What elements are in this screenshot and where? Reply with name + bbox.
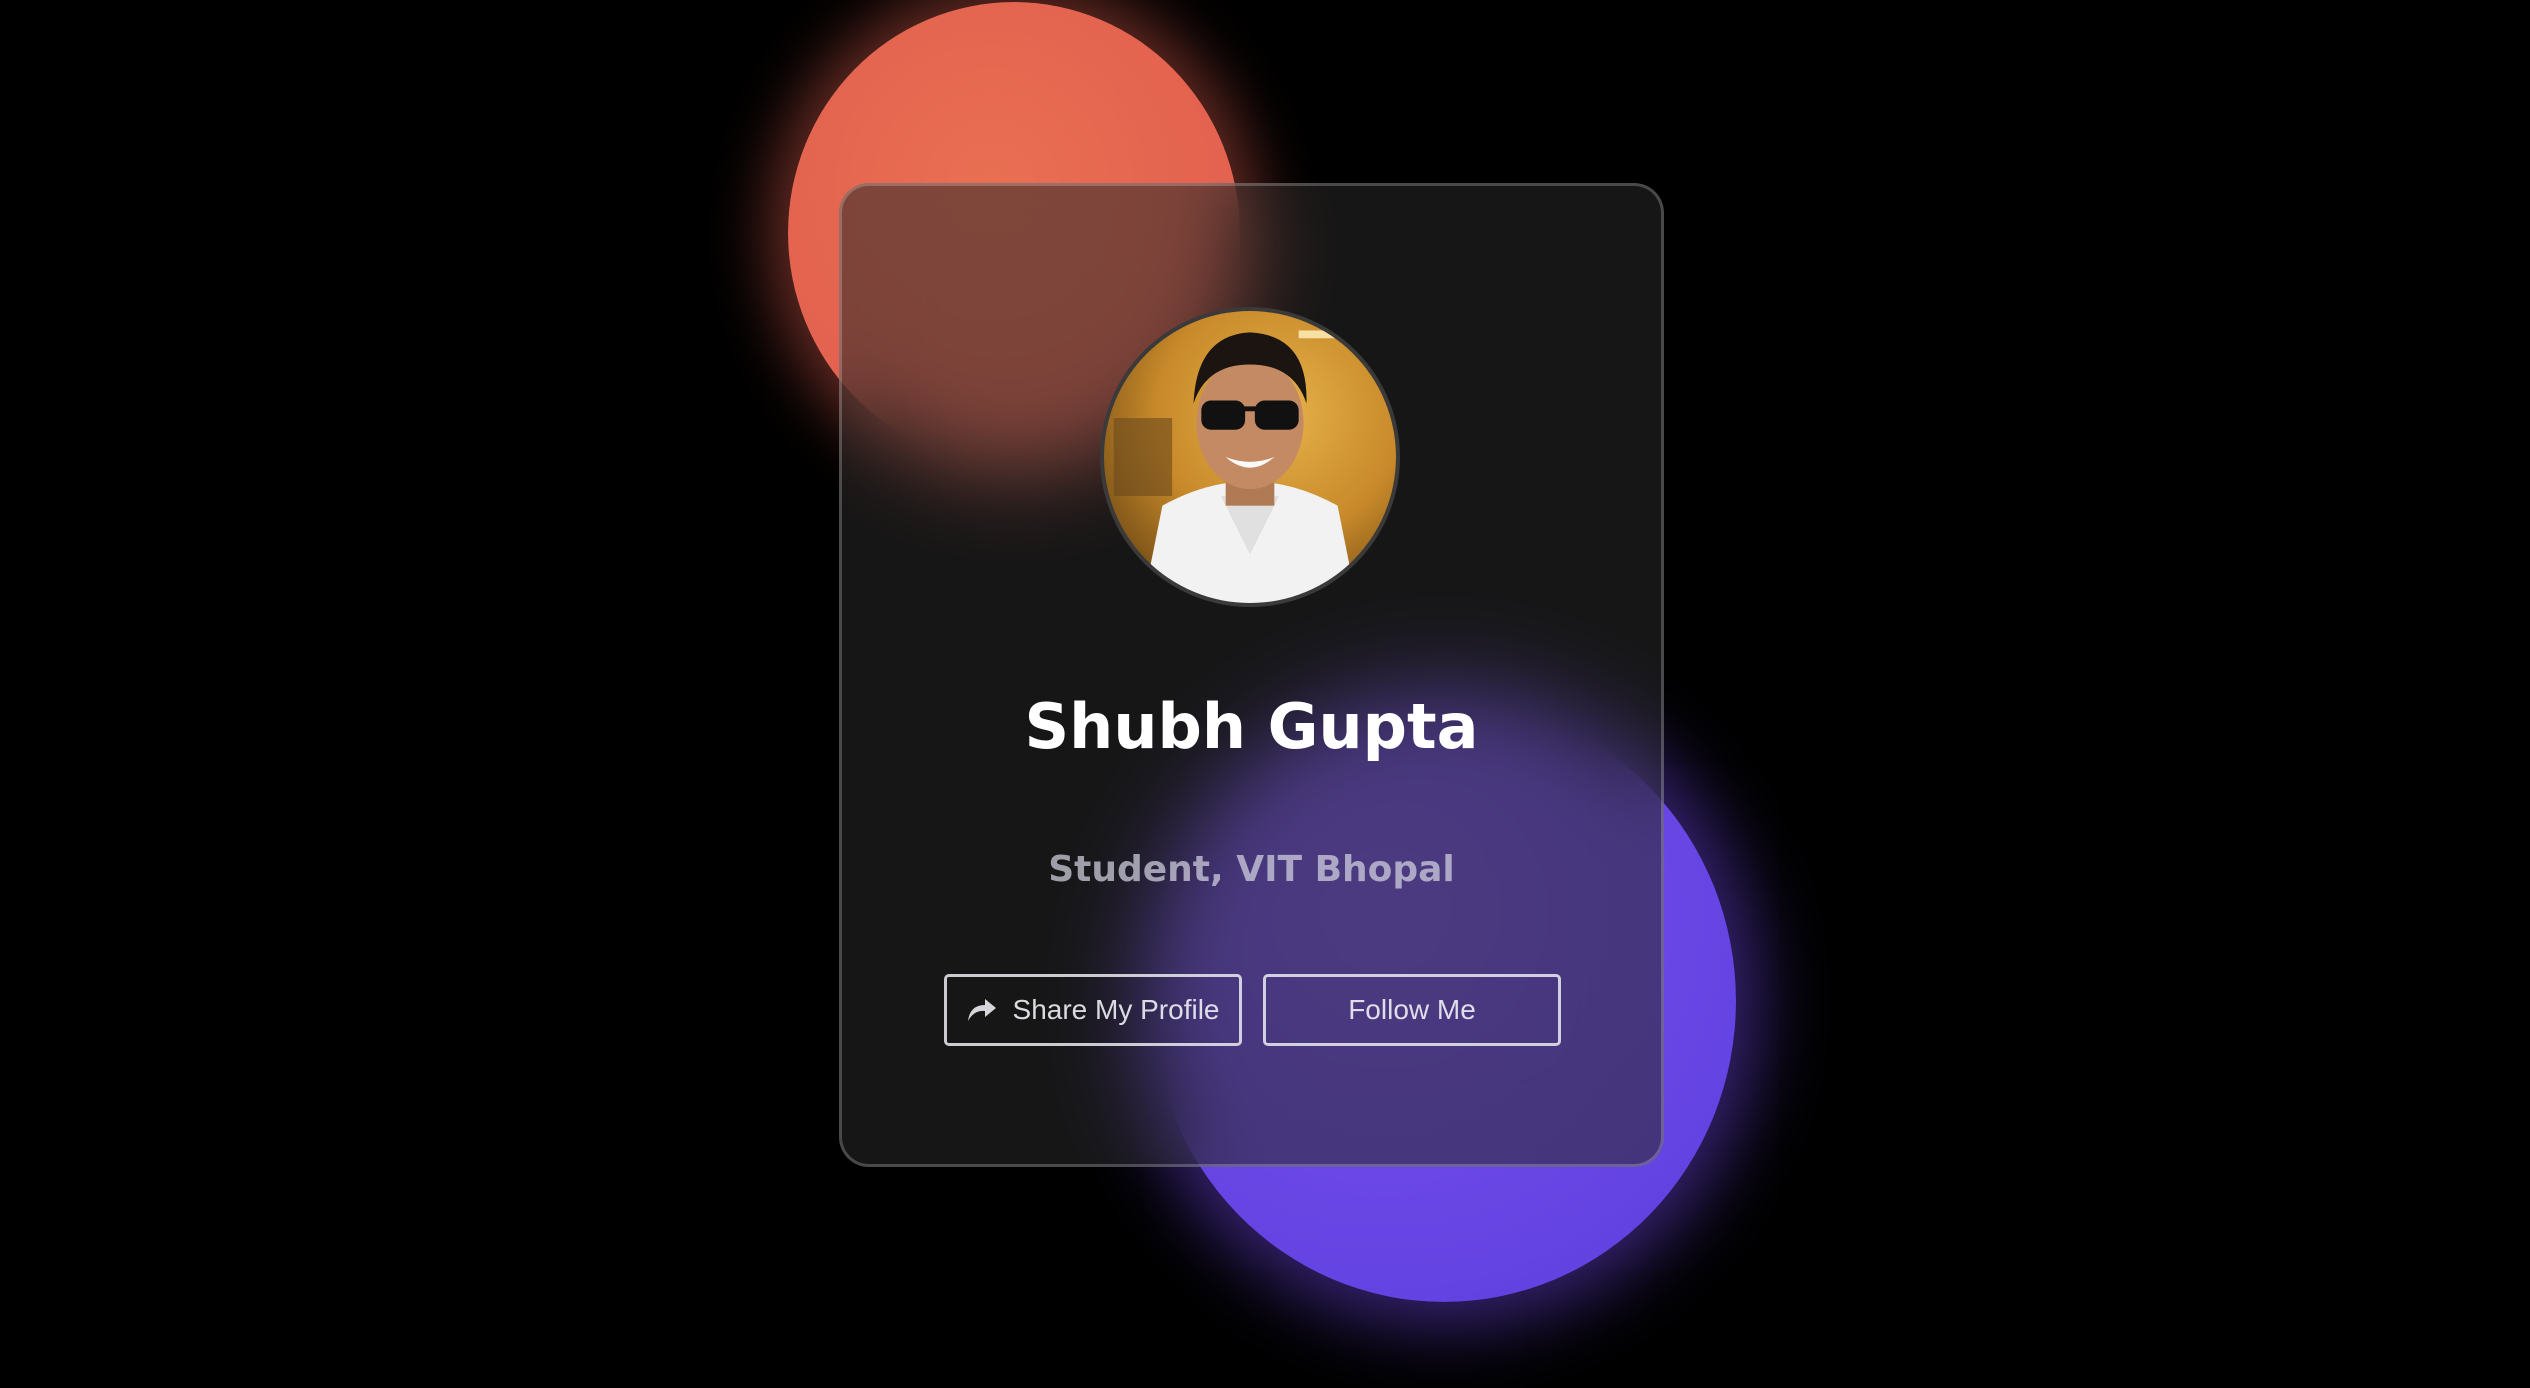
share-arrow-icon [967,997,997,1023]
follow-button[interactable]: Follow Me [1263,974,1561,1046]
profile-name: Shubh Gupta [1024,690,1479,763]
share-profile-button[interactable]: Share My Profile [944,974,1242,1046]
profile-role: Student, VIT Bhopal [1048,849,1455,890]
profile-card: Shubh Gupta Student, VIT Bhopal Share My… [839,183,1664,1167]
avatar [1100,307,1400,607]
page-background: Shubh Gupta Student, VIT Bhopal Share My… [0,0,2530,1388]
share-profile-label: Share My Profile [1012,994,1220,1025]
follow-label: Follow Me [1348,994,1476,1025]
